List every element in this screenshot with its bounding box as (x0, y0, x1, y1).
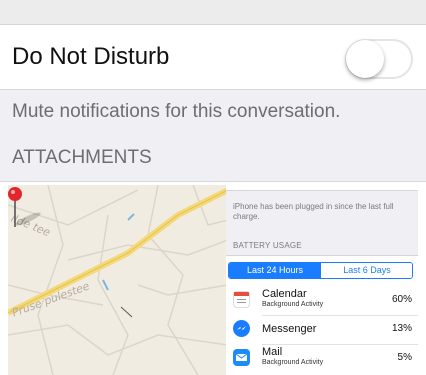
battery-app-row: Mail Background Activity 5% (226, 345, 418, 374)
battery-range-segmented-control: Last 24 Hours Last 6 Days (228, 262, 413, 279)
battery-usage-card: Last 24 Hours Last 6 Days Calendar Backg… (226, 255, 418, 375)
top-strip (0, 0, 426, 24)
app-percent: 60% (391, 294, 412, 305)
do-not-disturb-row: Do Not Disturb (0, 24, 426, 90)
tab-last-24-hours[interactable]: Last 24 Hours (229, 263, 321, 278)
app-name: Calendar (262, 288, 307, 300)
battery-app-row: Calendar Background Activity 60% (226, 287, 418, 316)
calendar-icon (233, 291, 250, 308)
battery-usage-header: BATTERY USAGE (233, 241, 302, 250)
toggle-knob[interactable] (346, 40, 384, 78)
app-subtitle: Background Activity (262, 301, 324, 308)
battery-screenshot-attachment[interactable]: iPhone has been plugged in since the las… (226, 185, 418, 375)
tab-last-6-days[interactable]: Last 6 Days (321, 263, 412, 278)
mail-icon (233, 349, 250, 366)
mute-notifications-caption: Mute notifications for this conversation… (12, 101, 341, 122)
battery-plug-note: iPhone has been plugged in since the las… (233, 202, 394, 221)
battery-screenshot-top-cell (226, 185, 418, 191)
messenger-icon (233, 320, 250, 337)
app-percent: 5% (397, 352, 412, 363)
do-not-disturb-toggle[interactable] (345, 39, 413, 79)
app-name: Mail (262, 346, 283, 358)
app-name: Messenger (262, 323, 317, 335)
do-not-disturb-label: Do Not Disturb (12, 43, 170, 70)
app-subtitle: Background Activity (262, 359, 324, 366)
map-attachment-thumbnail[interactable]: ilde tee Pruse pulestee (8, 185, 228, 375)
map-pin-icon (8, 187, 41, 227)
attachments-section-header: ATTACHMENTS (12, 147, 152, 168)
app-percent: 13% (391, 323, 412, 334)
battery-app-row: Messenger 13% (226, 316, 418, 345)
